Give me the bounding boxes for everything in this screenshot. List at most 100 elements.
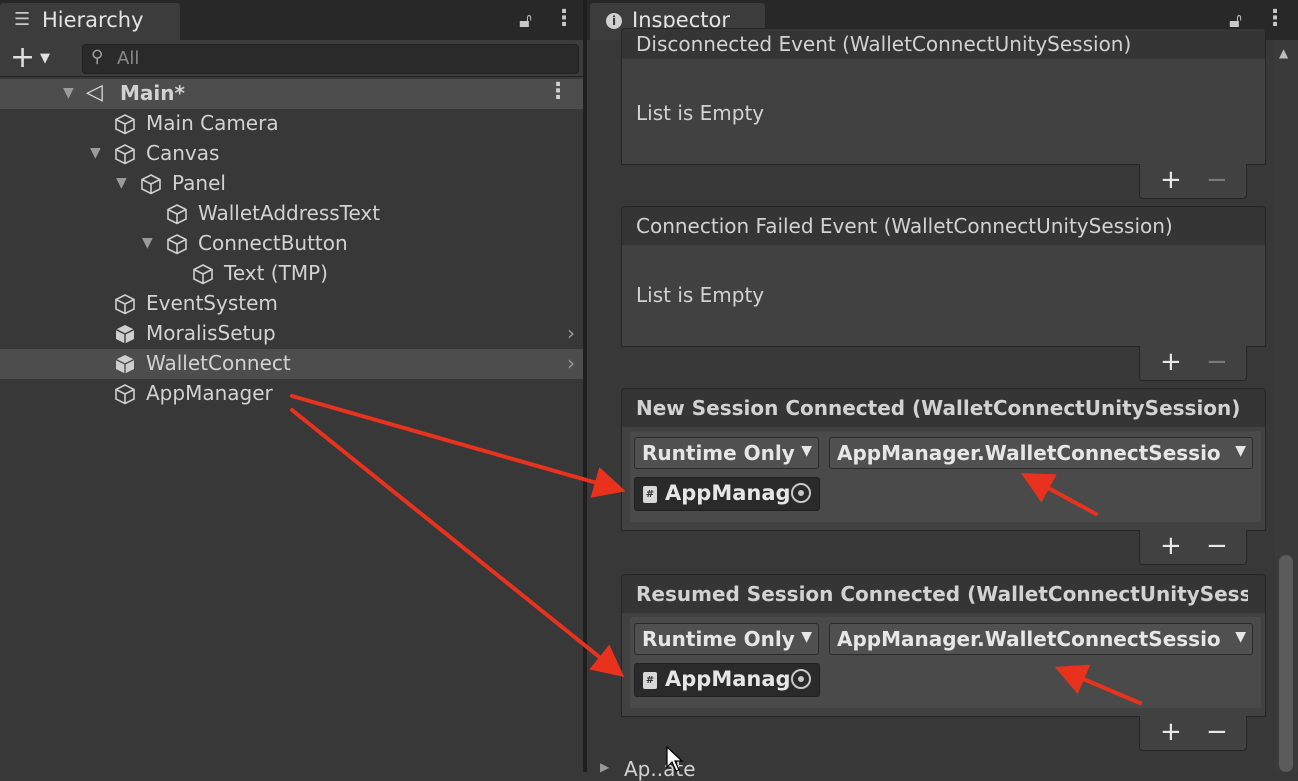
event-title: New Session Connected (WalletConnectUnit…	[636, 396, 1241, 420]
list-item[interactable]: WalletAddressText	[0, 199, 583, 229]
list-item[interactable]: AppManager	[0, 379, 583, 409]
list-item[interactable]: EventSystem	[0, 289, 583, 319]
search-placeholder: All	[117, 48, 140, 69]
list-add-remove: + −	[1139, 716, 1247, 751]
runtime-mode-value: Runtime Only	[642, 627, 795, 651]
gameobject-icon	[141, 174, 161, 195]
list-item[interactable]: ▼ Panel	[0, 169, 583, 199]
more-menu-icon[interactable]: ⋮	[553, 6, 575, 31]
chevron-down-icon: ▼	[1235, 443, 1246, 459]
event-list-body: Runtime Only ▼ AppManager.WalletConnectS…	[621, 427, 1266, 531]
add-item-button[interactable]: +	[1160, 347, 1182, 377]
gameobject-icon	[115, 144, 135, 165]
item-label: Panel	[172, 171, 226, 195]
function-dropdown[interactable]: AppManager.WalletConnectSessio ▼	[829, 623, 1253, 655]
event-list-body: List is Empty	[621, 59, 1266, 165]
mouse-cursor-icon	[666, 746, 684, 772]
list-empty-text: List is Empty	[636, 101, 765, 125]
item-label: AppManager	[146, 381, 273, 405]
object-field-value: AppManag	[665, 481, 791, 505]
gameobject-icon	[115, 294, 135, 315]
event-header[interactable]: Connection Failed Event (WalletConnectUn…	[621, 206, 1266, 246]
gameobject-icon	[193, 264, 213, 285]
chevron-right-icon[interactable]: ›	[567, 321, 575, 345]
fold-down-icon[interactable]: ▼	[63, 85, 74, 101]
prefab-icon	[115, 325, 135, 344]
item-label: Canvas	[146, 141, 220, 165]
list-add-remove: + −	[1139, 530, 1247, 565]
item-label: MoralisSetup	[146, 321, 276, 345]
list-item[interactable]: ▼ ConnectButton	[0, 229, 583, 259]
event-title: Disconnected Event (WalletConnectUnitySe…	[636, 32, 1132, 56]
add-item-button[interactable]: +	[1160, 717, 1182, 747]
list-item[interactable]: WalletConnect ›	[0, 349, 583, 379]
remove-item-button[interactable]: −	[1206, 347, 1228, 377]
lock-icon[interactable]: 🔓︎	[519, 8, 532, 32]
scene-more-icon[interactable]: ⋮	[547, 79, 569, 104]
chevron-down-icon[interactable]: ▼	[40, 51, 50, 66]
function-value: AppManager.WalletConnectSessio	[837, 627, 1221, 651]
scene-row[interactable]: ▼ ◁ Main* ⋮	[0, 79, 583, 109]
item-label: Text (TMP)	[224, 261, 328, 285]
gameobject-icon	[115, 114, 135, 135]
remove-item-button[interactable]: −	[1206, 165, 1228, 195]
item-label: Main Camera	[146, 111, 279, 135]
chevron-right-icon[interactable]: ›	[567, 351, 575, 375]
function-dropdown[interactable]: AppManager.WalletConnectSessio ▼	[829, 437, 1253, 469]
runtime-mode-value: Runtime Only	[642, 441, 795, 465]
list-item[interactable]: Main Camera	[0, 109, 583, 139]
event-header[interactable]: Disconnected Event (WalletConnectUnitySe…	[621, 28, 1266, 60]
remove-item-button[interactable]: −	[1206, 717, 1228, 747]
object-picker-icon[interactable]	[791, 669, 811, 689]
panel-divider[interactable]	[583, 0, 587, 772]
object-picker-icon[interactable]	[791, 483, 811, 503]
object-field[interactable]: # AppManag	[634, 477, 820, 511]
tab-hierarchy[interactable]: ☰ Hierarchy	[0, 3, 180, 40]
list-add-remove: + −	[1139, 164, 1247, 199]
search-icon: ⚲	[91, 47, 104, 67]
runtime-mode-dropdown[interactable]: Runtime Only ▼	[634, 437, 819, 469]
unity-scene-icon: ◁	[86, 80, 103, 105]
fold-down-icon[interactable]: ▼	[90, 145, 101, 161]
gameobject-icon	[115, 384, 135, 405]
list-item[interactable]: Text (TMP)	[0, 259, 583, 289]
gameobject-icon	[167, 234, 187, 255]
script-file-icon: #	[643, 486, 657, 503]
chevron-down-icon: ▼	[1235, 629, 1246, 645]
object-field[interactable]: # AppManag	[634, 663, 820, 697]
item-label: EventSystem	[146, 291, 278, 315]
fold-down-icon[interactable]: ▼	[142, 235, 153, 251]
event-title: Resumed Session Connected (WalletConnect…	[636, 582, 1248, 606]
runtime-mode-dropdown[interactable]: Runtime Only ▼	[634, 623, 819, 655]
item-label: ConnectButton	[198, 231, 348, 255]
fold-down-icon[interactable]: ▼	[116, 175, 127, 191]
add-item-button[interactable]: +	[1160, 165, 1182, 195]
chevron-down-icon: ▼	[801, 443, 812, 459]
hierarchy-tab-label: Hierarchy	[42, 8, 144, 32]
list-empty-text: List is Empty	[636, 283, 765, 307]
info-icon: i	[606, 13, 622, 29]
event-list-body: List is Empty	[621, 245, 1266, 347]
event-title: Connection Failed Event (WalletConnectUn…	[636, 214, 1173, 238]
scrollbar-thumb[interactable]	[1279, 555, 1293, 772]
event-list-body: Runtime Only ▼ AppManager.WalletConnectS…	[621, 613, 1266, 717]
remove-item-button[interactable]: −	[1206, 531, 1228, 561]
list-item[interactable]: ▼ Canvas	[0, 139, 583, 169]
event-header[interactable]: New Session Connected (WalletConnectUnit…	[621, 388, 1266, 428]
list-item[interactable]: MoralisSetup ›	[0, 319, 583, 349]
scroll-up-arrow-icon[interactable]: ▲	[1279, 46, 1288, 60]
gameobject-icon	[167, 204, 187, 225]
scene-name: Main*	[120, 81, 185, 105]
script-file-icon: #	[643, 672, 657, 689]
add-item-button[interactable]: +	[1160, 531, 1182, 561]
more-menu-icon[interactable]: ⋮	[1264, 6, 1286, 31]
object-field-value: AppManag	[665, 667, 791, 691]
function-value: AppManager.WalletConnectSessio	[837, 441, 1221, 465]
prefab-icon	[115, 355, 135, 374]
chevron-down-icon: ▼	[801, 629, 812, 645]
item-label: WalletConnect	[146, 351, 291, 375]
add-object-button[interactable]: +	[10, 40, 35, 75]
list-icon: ☰	[14, 9, 31, 30]
event-header[interactable]: Resumed Session Connected (WalletConnect…	[621, 574, 1266, 614]
search-input[interactable]: ⚲ All	[82, 44, 579, 74]
